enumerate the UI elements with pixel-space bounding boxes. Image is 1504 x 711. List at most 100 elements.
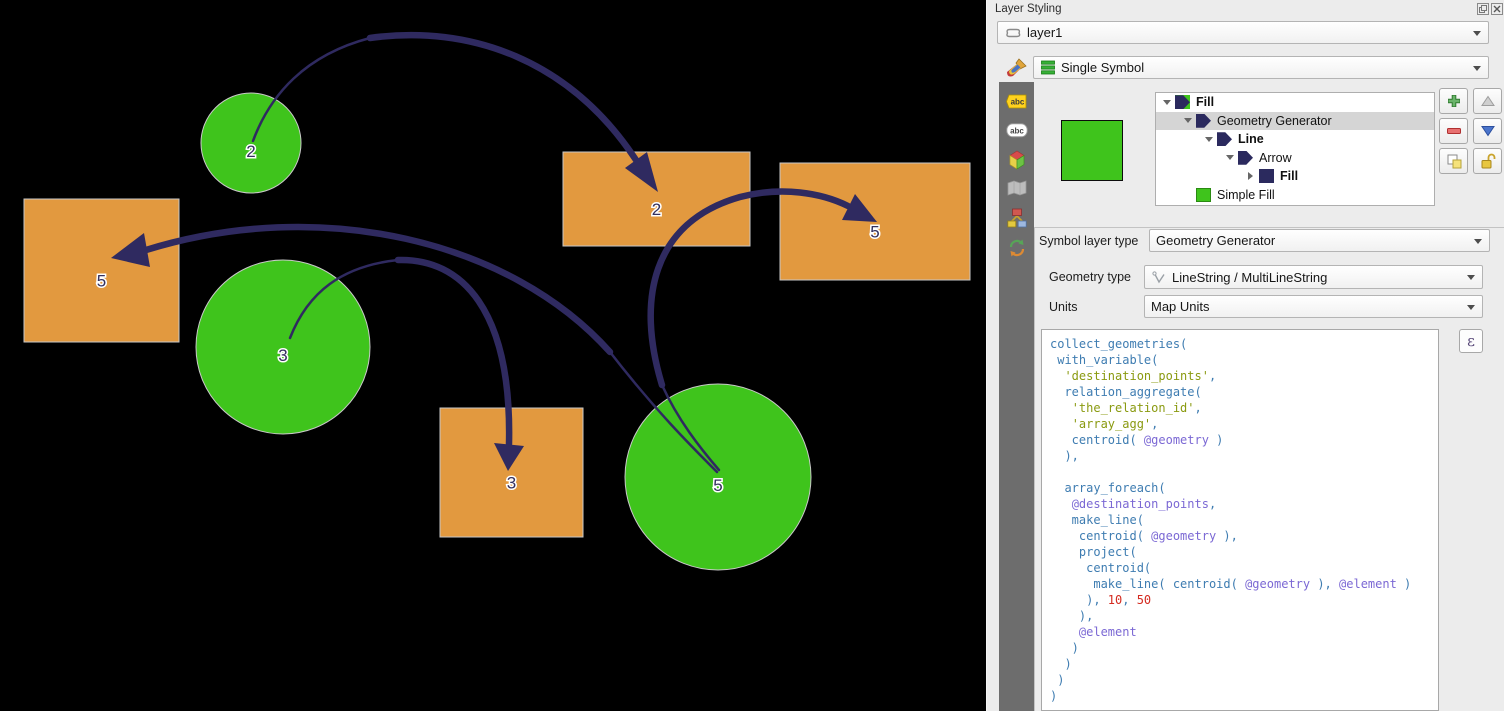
svg-text:abc: abc [1010,98,1024,107]
svg-text:abc: abc [1010,127,1024,136]
symbol-layer-type-dropdown[interactable]: Geometry Generator [1149,229,1490,252]
undock-panel-icon[interactable] [1477,3,1489,15]
map-canvas[interactable]: 2352553 [0,0,986,711]
lock-open-icon [1480,153,1496,169]
map-feature-label: 3 [278,346,287,365]
panel-title: Layer Styling [995,3,1061,15]
map-feature-label: 3 [507,474,516,493]
chevron-down-icon [1474,239,1482,244]
pentagon-icon [1196,114,1211,128]
expander-right-icon[interactable] [1244,172,1257,180]
navy-square-icon [1259,169,1274,183]
sidebar-tab-masks[interactable] [999,173,1034,202]
chevron-down-icon [1473,66,1481,71]
expression-code-line [1050,464,1438,480]
expression-code-line: ) [1050,688,1438,704]
expression-code-line: 'the_relation_id', [1050,400,1438,416]
fill-symbol-icon [1175,95,1190,109]
symbol-preview-swatch [1061,120,1123,181]
expression-builder-button[interactable]: ε [1459,329,1483,353]
renderer-selector-dropdown[interactable]: Single Symbol [1033,56,1489,79]
map-background [0,0,986,711]
close-panel-icon[interactable] [1491,3,1503,15]
expression-code-line: collect_geometries( [1050,336,1438,352]
symbol-tree-row[interactable]: Arrow [1156,149,1434,168]
add-symbol-layer-button[interactable] [1439,88,1468,114]
green-square-icon [1196,188,1211,202]
cube-3d-icon [1007,150,1027,170]
symbol-tree-row-label: Geometry Generator [1217,114,1332,128]
layer-styling-panel: Layer Styling layer1 [986,0,1504,711]
duplicate-icon [1446,153,1462,169]
chevron-down-icon [1473,31,1481,36]
map-feature-label: 2 [652,200,661,219]
remove-symbol-layer-button[interactable] [1439,118,1468,144]
sidebar-tab-history[interactable] [999,233,1034,262]
map-feature-label: 5 [97,272,106,291]
chevron-down-icon [1467,275,1475,280]
move-down-button[interactable] [1473,118,1502,144]
expression-code-line: relation_aggregate( [1050,384,1438,400]
duplicate-symbol-layer-button[interactable] [1439,148,1468,174]
masks-icon [1007,180,1027,196]
chevron-down-icon [1467,305,1475,310]
expression-code-line: array_foreach( [1050,480,1438,496]
pentagon-icon [1217,132,1232,146]
expander-down-icon[interactable] [1202,137,1215,142]
expression-code-line: ) [1050,640,1438,656]
symbol-tree-row[interactable]: Geometry Generator [1156,112,1434,131]
symbol-tree-row-label: Fill [1196,95,1214,109]
pentagon-icon [1238,151,1253,165]
sidebar-tab-callouts[interactable]: abc [999,116,1034,145]
move-up-button[interactable] [1473,88,1502,114]
single-symbol-icon [1040,60,1056,75]
expander-down-icon[interactable] [1181,118,1194,123]
symbol-tree-row-label: Fill [1280,169,1298,183]
symbol-layer-type-value: Geometry Generator [1156,233,1275,248]
map-feature-label: 5 [713,476,722,495]
sidebar-tab-diagrams[interactable] [999,203,1034,232]
expression-code-line: centroid( @geometry ), [1050,528,1438,544]
expression-code-line: ), 10, 50 [1050,592,1438,608]
expression-code-line: ), [1050,608,1438,624]
expression-code-line: 'destination_points', [1050,368,1438,384]
expression-code-line: ) [1050,656,1438,672]
expression-code-line: @destination_points, [1050,496,1438,512]
styling-tabs-strip: abc abc [999,82,1034,711]
geometry-type-label: Geometry type [1049,270,1131,284]
diagrams-icon [1007,208,1027,228]
sidebar-tab-labels[interactable]: abc [999,87,1034,116]
symbol-tree-row[interactable]: Fill [1156,167,1434,186]
sidebar-tab-symbology[interactable] [999,53,1034,82]
symbol-tree-row[interactable]: Simple Fill [1156,186,1434,205]
symbol-tree-row[interactable]: Line [1156,130,1434,149]
arrow-up-icon [1480,93,1496,109]
expression-code-line: with_variable( [1050,352,1438,368]
plus-icon [1446,93,1462,109]
map-feature-label: 2 [246,142,255,161]
units-dropdown[interactable]: Map Units [1144,295,1483,318]
symbol-layer-type-label: Symbol layer type [1039,234,1138,248]
layer-selector-value: layer1 [1027,25,1062,40]
symbol-layers-tree: FillGeometry GeneratorLineArrowFillSimpl… [1155,92,1435,206]
geometry-type-value: LineString / MultiLineString [1172,270,1327,285]
expression-code-line: @element [1050,624,1438,640]
expander-down-icon[interactable] [1223,155,1236,160]
linestring-icon [1151,269,1167,285]
units-value: Map Units [1151,299,1210,314]
arrow-down-icon [1480,123,1496,139]
sidebar-tab-3d-view[interactable] [999,145,1034,174]
divider [1034,227,1035,711]
expression-code-line: ) [1050,672,1438,688]
polygon-layer-icon [1004,26,1022,40]
history-icon [1007,238,1027,258]
symbol-tree-row-label: Simple Fill [1217,188,1275,202]
symbol-tree-row[interactable]: Fill [1156,93,1434,112]
expander-down-icon[interactable] [1160,100,1173,105]
symbol-tree-row-label: Line [1238,132,1264,146]
expression-editor[interactable]: collect_geometries( with_variable( 'dest… [1041,329,1439,711]
geometry-type-dropdown[interactable]: LineString / MultiLineString [1144,265,1483,289]
layer-selector-dropdown[interactable]: layer1 [997,21,1489,44]
map-rectangle-feature [24,199,179,342]
lock-symbol-layer-button[interactable] [1473,148,1502,174]
